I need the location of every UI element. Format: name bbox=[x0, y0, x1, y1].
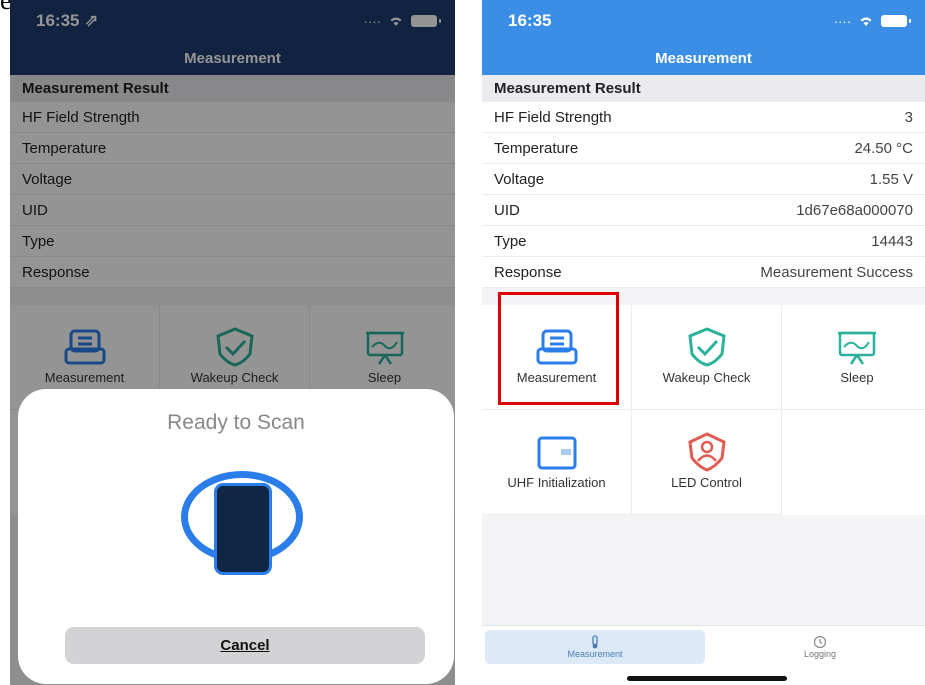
row-value: 3 bbox=[904, 108, 913, 126]
row-value: 1d67e68a000070 bbox=[796, 201, 913, 219]
result-row: Type 14443 bbox=[482, 226, 925, 257]
row-value: 14443 bbox=[871, 232, 913, 250]
shield-check-icon bbox=[687, 327, 726, 367]
result-row: Voltage 1.55 V bbox=[482, 164, 925, 195]
status-time: 16:35 bbox=[508, 11, 552, 30]
battery-icon bbox=[881, 15, 911, 27]
wifi-icon bbox=[860, 17, 872, 26]
right-phone-screen: 16:35 ···· Measurement Measurement Resul… bbox=[482, 0, 925, 685]
result-row: Response Measurement Success bbox=[482, 257, 925, 288]
highlight-box bbox=[498, 292, 619, 405]
thermometer-icon bbox=[592, 635, 598, 649]
tab-measurement[interactable]: Measurement bbox=[485, 630, 705, 664]
row-value: 1.55 V bbox=[869, 170, 913, 188]
tile-label: UHF Initialization bbox=[507, 475, 606, 490]
tile-uhf-initialization[interactable]: UHF Initialization bbox=[482, 410, 632, 515]
tile-wakeup-check[interactable]: Wakeup Check bbox=[632, 305, 782, 410]
home-indicator bbox=[627, 676, 787, 681]
led-shield-icon bbox=[687, 432, 726, 472]
row-label: UID bbox=[494, 201, 520, 219]
row-label: Type bbox=[494, 232, 527, 250]
scan-sheet: Ready to Scan Cancel bbox=[18, 389, 454, 684]
cancel-button[interactable]: Cancel bbox=[65, 627, 425, 664]
wallet-icon bbox=[537, 436, 576, 470]
right-status-bar: 16:35 ···· bbox=[482, 0, 925, 42]
section-title: Measurement Result bbox=[482, 75, 925, 102]
tile-led-control[interactable]: LED Control bbox=[632, 410, 782, 515]
clock-icon bbox=[813, 635, 827, 649]
tile-label: LED Control bbox=[671, 475, 742, 490]
tab-label: Measurement bbox=[567, 649, 623, 659]
row-label: HF Field Strength bbox=[494, 108, 612, 126]
result-row: UID 1d67e68a000070 bbox=[482, 195, 925, 226]
tab-logging[interactable]: Logging bbox=[710, 630, 925, 664]
tab-label: Logging bbox=[803, 649, 837, 659]
tile-label: Sleep bbox=[840, 370, 874, 385]
left-phone-screen: 16:35 ⇗ ···· Measurement Measurement Res… bbox=[10, 0, 455, 685]
device-icon bbox=[214, 483, 272, 575]
status-icons: ···· bbox=[833, 13, 911, 29]
signal-icon: ···· bbox=[833, 13, 851, 29]
row-label: Voltage bbox=[494, 170, 545, 188]
row-label: Response bbox=[494, 263, 562, 281]
nav-title: Measurement bbox=[655, 50, 752, 67]
result-row: HF Field Strength 3 bbox=[482, 102, 925, 133]
row-label: Temperature bbox=[494, 139, 579, 157]
sleep-monitor-icon bbox=[838, 331, 876, 365]
tile-label: Wakeup Check bbox=[662, 370, 751, 385]
scan-title: Ready to Scan bbox=[167, 411, 305, 434]
tile-sleep[interactable]: Sleep bbox=[782, 305, 925, 410]
result-row: Temperature 24.50 °C bbox=[482, 133, 925, 164]
row-value: 24.50 °C bbox=[854, 139, 913, 157]
row-value: Measurement Success bbox=[760, 263, 913, 281]
